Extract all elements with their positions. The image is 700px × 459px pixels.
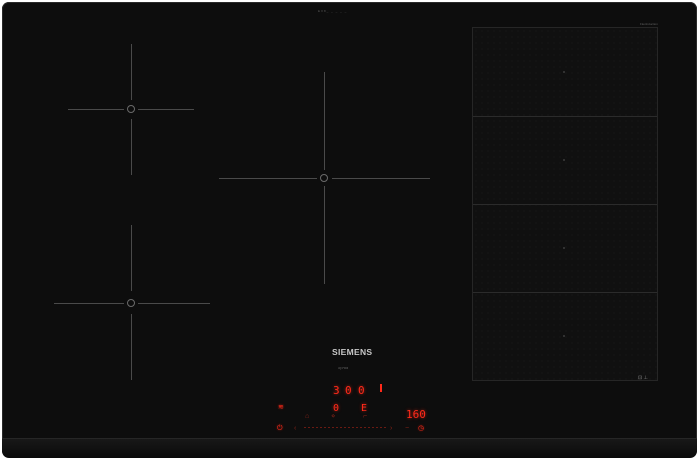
zone-center-icon <box>127 105 135 113</box>
chevron-left-icon[interactable]: ‹ <box>294 425 296 432</box>
zone-center-icon <box>127 299 135 307</box>
zone-mark <box>131 314 132 380</box>
timer-display: 160 <box>406 408 426 421</box>
zone-mark <box>219 178 317 179</box>
zone-mark <box>54 303 124 304</box>
zone-power-display: 3 <box>333 384 340 397</box>
zone-center-icon <box>320 174 328 182</box>
power-icon[interactable]: ⏻ <box>277 425 283 432</box>
lock-icon[interactable]: ⌂ <box>305 413 309 420</box>
timer-icon[interactable]: ◷ <box>418 425 424 432</box>
zone-mark <box>68 109 124 110</box>
power-slider[interactable] <box>304 427 386 428</box>
zone-mark <box>131 44 132 100</box>
pan-icon[interactable]: ⌐ <box>363 413 367 420</box>
zone-mark <box>332 178 430 179</box>
zone-indicator-dot <box>380 384 382 392</box>
wifi-icon[interactable]: ≋ <box>278 404 284 411</box>
zone-mark <box>131 119 132 175</box>
flex-divider <box>473 204 657 205</box>
flex-tag-bottom: ⊡ ⊥ <box>638 375 648 381</box>
flex-divider <box>473 292 657 293</box>
flex-induction-area <box>472 27 658 381</box>
flex-zone-marker <box>563 71 565 73</box>
zone-mark <box>138 109 194 110</box>
flex-divider <box>473 116 657 117</box>
zone-mark <box>131 225 132 291</box>
flex-tag-top: FlexInduction <box>640 22 658 26</box>
zone-mark <box>324 186 325 284</box>
model-series: iQ700 <box>338 366 349 370</box>
brand-logo: SIEMENS <box>332 347 373 357</box>
flex-zone-marker <box>563 159 565 161</box>
zone-mark <box>324 72 325 170</box>
flex-zone-marker <box>563 247 565 249</box>
chevron-right-icon[interactable]: › <box>390 425 392 432</box>
model-code-label: EX8_ _ _ _ _ <box>318 9 348 13</box>
zone-power-display: 0 <box>358 384 365 397</box>
zone-power-display: 0 <box>345 384 352 397</box>
flame-icon[interactable]: ⋄ <box>331 413 335 420</box>
minus-icon[interactable]: − <box>405 425 409 432</box>
zone-mark <box>138 303 210 304</box>
hob-frame-edge <box>2 438 697 458</box>
flex-zone-marker <box>563 335 565 337</box>
